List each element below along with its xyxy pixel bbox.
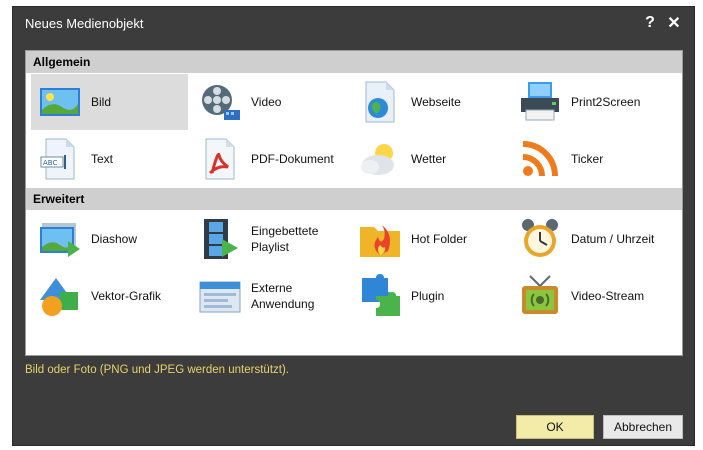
- media-type-text[interactable]: ABC Text: [31, 131, 188, 187]
- playlist-icon: [204, 219, 238, 259]
- image-icon: [40, 88, 80, 116]
- media-type-label: Text: [91, 152, 114, 166]
- close-icon[interactable]: ✕: [664, 12, 684, 34]
- media-type-label: Hot Folder: [411, 232, 468, 246]
- rss-icon: [522, 141, 558, 177]
- media-type-label: Bild: [91, 95, 112, 109]
- media-type-pdf-dokument[interactable]: PDF-Dokument: [191, 131, 348, 187]
- media-type-video-stream[interactable]: Video-Stream: [511, 268, 668, 324]
- section-grid-erweitert: Diashow Eingebettete Playlist Hot Folder…: [26, 210, 682, 325]
- media-type-datum-uhrzeit[interactable]: Datum / Uhrzeit: [511, 211, 668, 267]
- media-type-label: Datum / Uhrzeit: [571, 232, 655, 246]
- weather-cloud-icon: [361, 144, 394, 175]
- media-type-label: Wetter: [411, 152, 447, 166]
- media-type-label: Vektor-Grafik: [91, 289, 162, 303]
- media-type-ticker[interactable]: Ticker: [511, 131, 668, 187]
- section-header-allgemein: Allgemein: [26, 51, 682, 73]
- text-document-icon: ABC: [40, 138, 75, 180]
- vector-shapes-icon: [40, 278, 78, 316]
- media-type-print2screen[interactable]: Print2Screen: [511, 74, 668, 130]
- media-type-panel: Allgemein Bild Video Webseite Print2Scre…: [25, 50, 683, 356]
- new-media-object-dialog: Neues Medienobjekt ? ✕ Allgemein Bild Vi…: [12, 6, 695, 446]
- film-reel-icon: [202, 85, 240, 120]
- puzzle-icon: [362, 274, 400, 316]
- printer-icon: [521, 82, 559, 121]
- media-type-externe-anwendung[interactable]: Externe Anwendung: [191, 268, 348, 324]
- media-type-label: PDF-Dokument: [251, 152, 334, 166]
- media-type-label: Webseite: [411, 95, 461, 109]
- media-type-bild[interactable]: Bild: [31, 74, 188, 130]
- media-type-video[interactable]: Video: [191, 74, 348, 130]
- section-grid-allgemein: Bild Video Webseite Print2Screen ABC Tex…: [26, 73, 682, 188]
- media-type-eingebettete-playlist[interactable]: Eingebettete Playlist: [191, 211, 348, 267]
- media-type-label: Externe Anwendung: [251, 281, 315, 311]
- svg-text:ABC: ABC: [43, 159, 57, 167]
- title-bar: Neues Medienobjekt ? ✕: [13, 7, 694, 40]
- application-window-icon: [199, 281, 241, 313]
- media-type-label: Ticker: [571, 152, 604, 166]
- cancel-button[interactable]: Abbrechen: [603, 415, 683, 439]
- pdf-icon: [205, 138, 235, 180]
- media-type-label: Diashow: [91, 232, 138, 246]
- ok-button[interactable]: OK: [516, 415, 594, 439]
- media-type-label: Eingebettete Playlist: [251, 224, 319, 254]
- tv-stream-icon: [522, 275, 558, 314]
- media-type-wetter[interactable]: Wetter: [351, 131, 508, 187]
- media-type-webseite[interactable]: Webseite: [351, 74, 508, 130]
- alarm-clock-icon: [522, 219, 558, 257]
- help-icon[interactable]: ?: [640, 12, 660, 34]
- media-type-label: Video-Stream: [571, 289, 645, 303]
- media-type-vektor-grafik[interactable]: Vektor-Grafik: [31, 268, 188, 324]
- media-type-label: Print2Screen: [571, 95, 641, 109]
- dialog-title: Neues Medienobjekt: [25, 16, 144, 31]
- media-type-hot-folder[interactable]: Hot Folder: [351, 211, 508, 267]
- media-type-label: Plugin: [411, 289, 445, 303]
- slideshow-icon: [40, 223, 80, 257]
- hot-folder-icon: [360, 225, 400, 257]
- section-header-erweitert: Erweitert: [26, 188, 682, 210]
- status-hint-text: Bild oder Foto (PNG und JPEG werden unte…: [25, 364, 289, 376]
- web-page-icon: [365, 81, 395, 123]
- media-type-label: Video: [251, 95, 282, 109]
- media-type-plugin[interactable]: Plugin: [351, 268, 508, 324]
- media-type-diashow[interactable]: Diashow: [31, 211, 188, 267]
